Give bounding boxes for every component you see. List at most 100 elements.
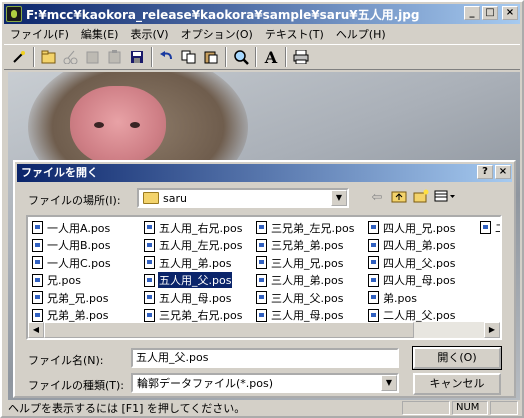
toolbar: A xyxy=(4,44,520,70)
scroll-thumb[interactable] xyxy=(44,322,414,338)
file-icon xyxy=(32,221,43,235)
file-item[interactable]: 四人用_兄.pos xyxy=(366,219,456,237)
save-icon[interactable] xyxy=(126,46,148,68)
print-icon[interactable] xyxy=(290,46,312,68)
file-column: 五人用_右兄.pos 五人用_左兄.pos 五人用_弟.pos 五人用_父.po… xyxy=(142,219,243,324)
file-icon xyxy=(256,221,267,235)
app-icon xyxy=(6,6,22,22)
file-item[interactable]: 五人用_母.pos xyxy=(142,289,243,307)
file-icon xyxy=(32,273,43,287)
file-icon xyxy=(144,238,155,252)
file-icon xyxy=(480,221,491,235)
file-item[interactable]: 一人用A.pos xyxy=(30,219,112,237)
file-icon xyxy=(32,256,43,270)
file-icon xyxy=(368,308,379,322)
menu-file[interactable]: ファイル(F) xyxy=(4,26,75,42)
file-item[interactable]: 弟.pos xyxy=(366,289,456,307)
paste-disabled-icon[interactable] xyxy=(104,46,126,68)
filetype-combo[interactable]: 輪郭データファイル(*.pos) ▼ xyxy=(131,373,399,393)
paste-icon[interactable] xyxy=(200,46,222,68)
file-icon xyxy=(368,221,379,235)
folder-icon xyxy=(143,192,159,204)
cancel-button[interactable]: キャンセル xyxy=(413,373,501,395)
status-num: NUM xyxy=(452,401,488,415)
look-in-combo[interactable]: saru ▼ xyxy=(137,188,349,208)
chevron-down-icon[interactable]: ▼ xyxy=(331,190,347,206)
file-item[interactable]: 一人用B.pos xyxy=(30,237,112,255)
file-item[interactable]: 四人用_父.pos xyxy=(366,254,456,272)
file-icon xyxy=(256,238,267,252)
file-item[interactable]: 五人用_弟.pos xyxy=(142,254,243,272)
copy-icon[interactable] xyxy=(178,46,200,68)
file-item[interactable]: 兄.pos xyxy=(30,272,112,290)
up-folder-icon[interactable] xyxy=(390,189,408,207)
menu-help[interactable]: ヘルプ(H) xyxy=(330,26,392,42)
file-item[interactable]: 一人用C.pos xyxy=(30,254,112,272)
status-bar: ヘルプを表示するには [F1] を押してください。 NUM xyxy=(4,400,520,416)
chevron-down-icon[interactable]: ▼ xyxy=(381,375,397,391)
back-icon[interactable]: ⇦ xyxy=(368,189,386,207)
dialog-title: ファイルを開く xyxy=(17,164,512,182)
file-item[interactable]: 二 xyxy=(478,219,500,237)
filename-label: ファイル名(N): xyxy=(28,354,104,367)
look-in-value: saru xyxy=(163,191,187,205)
file-item[interactable]: 四人用_母.pos xyxy=(366,272,456,290)
text-icon[interactable]: A xyxy=(260,46,282,68)
file-item[interactable]: 五人用_左兄.pos xyxy=(142,237,243,255)
filetype-value: 輪郭データファイル(*.pos) xyxy=(137,377,274,390)
open-file-dialog: ファイルを開く ? × ファイルの場所(I): saru ▼ ⇦ 一人用A.po… xyxy=(13,160,516,398)
file-icon xyxy=(32,291,43,305)
file-icon xyxy=(144,256,155,270)
open-icon[interactable] xyxy=(38,46,60,68)
open-button[interactable]: 開く(O) xyxy=(412,346,502,370)
file-item[interactable]: 五人用_右兄.pos xyxy=(142,219,243,237)
file-item[interactable]: 三兄弟_左兄.pos xyxy=(254,219,355,237)
menu-edit[interactable]: 編集(E) xyxy=(75,26,125,42)
scroll-left-icon[interactable]: ◀ xyxy=(28,322,44,338)
file-icon xyxy=(256,273,267,287)
file-item[interactable]: 三兄弟_弟.pos xyxy=(254,237,355,255)
menu-options[interactable]: オプション(O) xyxy=(175,26,259,42)
look-in-label: ファイルの場所(I): xyxy=(28,194,121,207)
undo-icon[interactable] xyxy=(156,46,178,68)
file-item[interactable]: 三人用_父.pos xyxy=(254,289,355,307)
file-icon xyxy=(256,256,267,270)
status-cell-empty xyxy=(490,401,518,415)
maximize-button[interactable]: □ xyxy=(482,6,498,20)
title-bar: F:¥mcc¥kaokora_release¥kaokora¥sample¥sa… xyxy=(4,4,520,24)
help-button[interactable]: ? xyxy=(477,165,493,179)
toolbar-separator xyxy=(285,47,287,67)
file-item[interactable]: 三人用_兄.pos xyxy=(254,254,355,272)
file-list[interactable]: 一人用A.pos 一人用B.pos 一人用C.pos 兄.pos 兄弟_兄.po… xyxy=(26,215,502,340)
file-icon xyxy=(144,308,155,322)
file-icon xyxy=(144,221,155,235)
file-icon xyxy=(368,238,379,252)
file-icon xyxy=(368,273,379,287)
monkey-eye-right xyxy=(130,122,140,128)
cut-disabled-icon[interactable] xyxy=(60,46,82,68)
copy-disabled-icon[interactable] xyxy=(82,46,104,68)
file-icon xyxy=(144,291,155,305)
wand-icon[interactable] xyxy=(8,46,30,68)
file-item[interactable]: 三人用_弟.pos xyxy=(254,272,355,290)
new-folder-icon[interactable] xyxy=(412,189,430,207)
toolbar-separator xyxy=(151,47,153,67)
scroll-right-icon[interactable]: ▶ xyxy=(484,322,500,338)
minimize-button[interactable]: _ xyxy=(464,6,480,20)
close-button[interactable]: × xyxy=(502,6,518,20)
menu-view[interactable]: 表示(V) xyxy=(124,26,174,42)
menu-text[interactable]: テキスト(T) xyxy=(259,26,330,42)
monkey-image-face xyxy=(70,86,166,166)
file-icon xyxy=(368,256,379,270)
horizontal-scrollbar[interactable]: ◀ ▶ xyxy=(28,322,500,338)
file-icon xyxy=(144,273,155,287)
file-item-selected[interactable]: 五人用_父.pos xyxy=(142,271,243,290)
dialog-close-button[interactable]: × xyxy=(495,165,511,179)
file-item[interactable]: 兄弟_兄.pos xyxy=(30,289,112,307)
view-menu-icon[interactable] xyxy=(434,189,455,207)
file-icon xyxy=(256,308,267,322)
menu-bar: ファイル(F) 編集(E) 表示(V) オプション(O) テキスト(T) ヘルプ… xyxy=(4,25,392,43)
file-item[interactable]: 四人用_弟.pos xyxy=(366,237,456,255)
filename-input[interactable]: 五人用_父.pos xyxy=(131,348,399,368)
search-icon[interactable] xyxy=(230,46,252,68)
